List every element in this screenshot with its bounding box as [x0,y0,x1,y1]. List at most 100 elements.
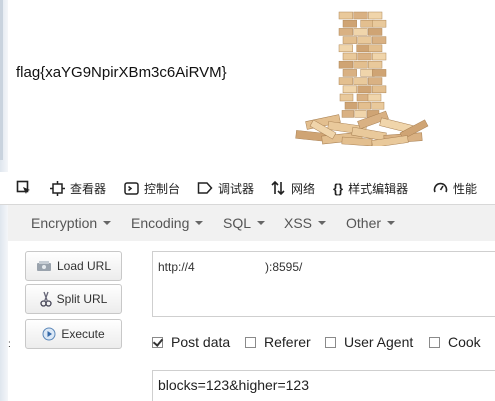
url-prefix: http://4 [158,260,195,274]
console-icon [124,181,139,196]
request-options: Post data Referer User Agent Cook [152,334,495,356]
tab-console[interactable]: 控制台 [124,172,180,204]
tab-performance[interactable]: 性能 [433,172,477,204]
jenga-block [367,93,382,102]
jenga-block [357,52,372,61]
jenga-block [338,28,353,36]
tab-performance-label: 性能 [453,181,478,196]
menu-encryption-label: Encryption [31,215,98,231]
user-agent-label: User Agent [344,334,414,350]
jenga-block [341,110,354,118]
load-url-label: Load URL [56,259,112,273]
jenga-block [342,85,357,94]
jenga-block [353,60,368,69]
jenga-block [357,36,372,44]
post-data-value: blocks=123&higher=123 [158,377,310,393]
jenga-tower-image [295,11,429,146]
execute-label: Execute [61,327,105,341]
cookies-label: Cook [448,334,481,350]
menu-xss[interactable]: XSS [284,205,327,241]
menu-sql-label: SQL [223,215,252,231]
jenga-block [338,60,353,69]
jenga-block [338,44,353,53]
jenga-block [353,77,368,85]
post-data-input[interactable]: blocks=123&higher=123 [152,370,495,401]
jenga-block [342,19,357,28]
debugger-icon [197,181,213,195]
tab-style-editor-label: 样式编辑器 [348,181,409,196]
jenga-block [368,11,383,20]
menu-encoding[interactable]: Encoding [131,205,204,241]
jenga-block [358,101,371,110]
devtools-toolbar: 查看器 控制台 调试器 网络 {} 样式编辑器 性能 [0,172,495,205]
chevron-down-icon [195,221,204,225]
jenga-block [338,11,353,20]
jenga-block [372,69,387,77]
side-mark: : [8,339,11,350]
jenga-block [372,85,387,94]
url-suffix: ):8595/ [265,260,303,274]
user-agent-checkbox[interactable] [325,336,336,348]
jenga-block [371,101,385,110]
menu-other[interactable]: Other [346,205,396,241]
chevron-down-icon [257,221,266,225]
jenga-block [372,52,387,61]
flag-text: flag{xaYG9NpirXBm3c6AiRVM} [16,64,227,81]
chevron-down-icon [318,221,327,225]
jenga-block [342,52,357,61]
tab-debugger-label: 调试器 [218,181,255,196]
post-data-checkbox[interactable] [152,336,163,348]
jenga-block [354,110,367,118]
jenga-block [368,60,383,69]
menu-sql[interactable]: SQL [223,205,266,241]
execute-button[interactable]: Execute [25,319,122,349]
load-url-icon [36,260,52,272]
referer-checkbox[interactable] [245,336,256,348]
tab-inspector-label: 查看器 [70,181,107,196]
referer-label: Referer [264,334,311,350]
chevron-down-icon [387,221,396,225]
style-editor-icon: {} [333,180,344,196]
cookies-option[interactable]: Cook [429,334,481,350]
jenga-block [342,36,357,44]
menu-other-label: Other [346,215,382,231]
menu-xss-label: XSS [284,215,313,231]
referer-option[interactable]: Referer [245,334,311,350]
menu-encoding-label: Encoding [131,215,190,231]
jenga-block [368,28,383,36]
jenga-block [368,44,383,53]
tab-network[interactable]: 网络 [270,172,315,204]
menu-encryption[interactable]: Encryption [31,205,112,241]
jenga-block [372,36,387,44]
tab-style-editor[interactable]: {} 样式编辑器 [333,172,408,204]
chevron-down-icon [103,221,112,225]
jenga-block [338,77,353,85]
hackbar-menu: Encryption Encoding SQL XSS Other [8,205,495,242]
tab-network-label: 网络 [291,181,316,196]
cookies-checkbox[interactable] [429,336,440,348]
user-agent-option[interactable]: User Agent [325,334,413,350]
split-url-button[interactable]: Split URL [25,284,122,314]
jenga-block [341,136,373,146]
load-url-button[interactable]: Load URL [25,251,122,281]
performance-icon [433,181,448,196]
tab-console-label: 控制台 [144,181,181,196]
pick-element-icon [16,180,32,196]
play-icon [42,327,56,341]
jenga-block [342,69,357,77]
tab-debugger[interactable]: 调试器 [197,172,254,204]
jenga-block [344,101,358,110]
split-url-label: Split URL [56,292,108,306]
post-data-option[interactable]: Post data [152,334,230,350]
jenga-block [357,85,372,94]
pick-element-button[interactable] [16,172,37,204]
scissors-icon [40,291,52,307]
window-edge-shadow [0,0,3,160]
network-icon [270,180,286,196]
jenga-block [353,11,368,20]
jenga-block [353,28,368,36]
tab-inspector[interactable]: 查看器 [50,172,106,204]
jenga-block [339,93,354,102]
post-data-label: Post data [171,334,231,350]
url-input[interactable]: http://4 ):8595/ [152,251,495,317]
